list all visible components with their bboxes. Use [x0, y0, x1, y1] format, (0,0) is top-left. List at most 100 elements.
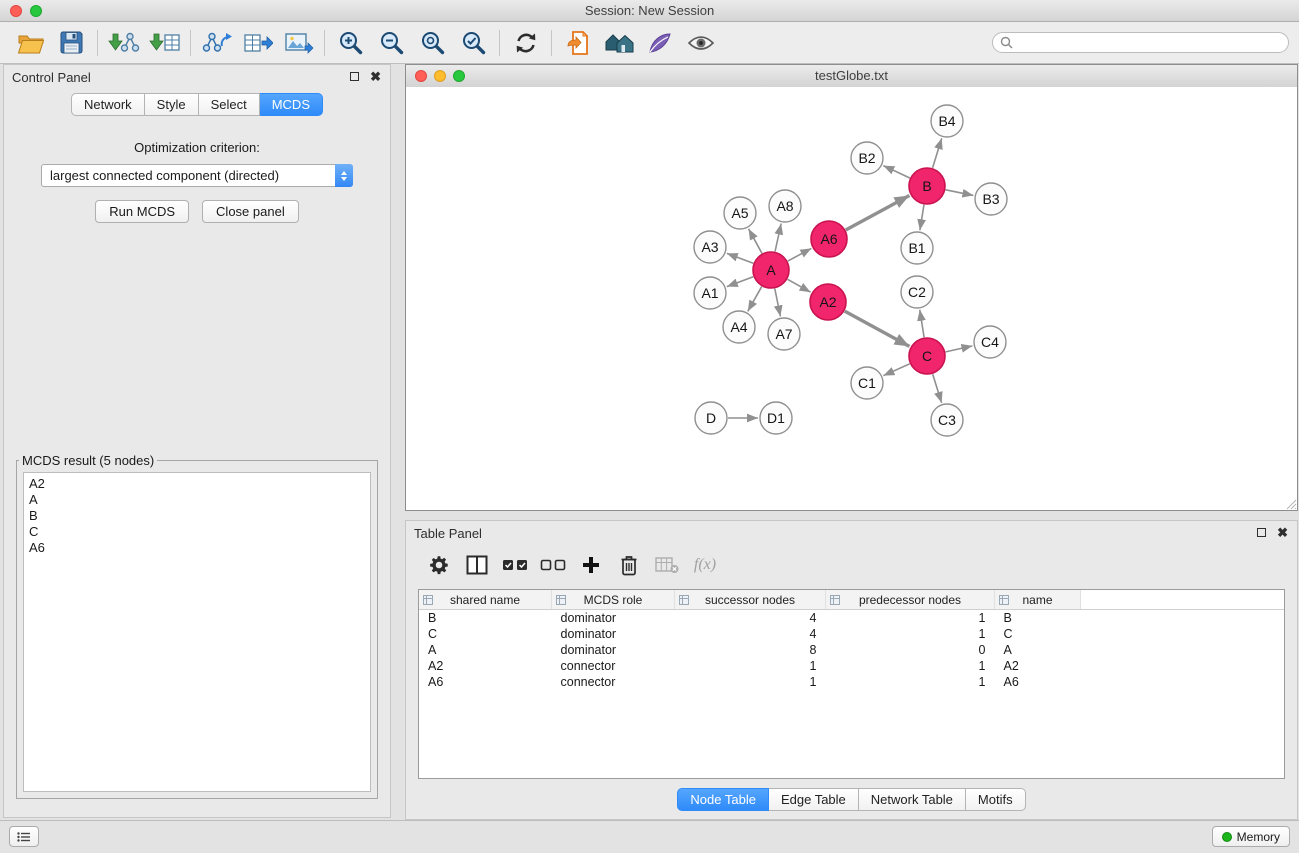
- network-node-A6[interactable]: A6: [811, 221, 847, 257]
- network-node-B3[interactable]: B3: [975, 183, 1007, 215]
- tab-style[interactable]: Style: [145, 93, 199, 116]
- table-row[interactable]: Adominator80A: [419, 642, 1284, 658]
- tab-network[interactable]: Network: [71, 93, 145, 116]
- network-edge-A-A1[interactable]: [727, 277, 753, 287]
- resize-grip[interactable]: [1284, 497, 1297, 510]
- network-edge-C-C4[interactable]: [946, 346, 973, 352]
- table-row[interactable]: Bdominator41B: [419, 610, 1284, 627]
- network-edge-B-B1[interactable]: [920, 205, 924, 230]
- network-node-C3[interactable]: C3: [931, 404, 963, 436]
- network-edge-C-C1[interactable]: [883, 364, 909, 376]
- select-all-button[interactable]: [496, 549, 534, 581]
- annotation-tool-button[interactable]: [639, 26, 680, 59]
- export-network-button[interactable]: [196, 26, 237, 59]
- tab-mcds[interactable]: MCDS: [260, 93, 323, 116]
- table-settings-button[interactable]: [420, 549, 458, 581]
- function-builder-button[interactable]: f(x): [686, 549, 724, 581]
- close-window-button[interactable]: [10, 5, 22, 17]
- export-table-button[interactable]: [237, 26, 278, 59]
- network-node-B4[interactable]: B4: [931, 105, 963, 137]
- tab-node-table[interactable]: Node Table: [677, 788, 769, 811]
- zoom-fit-button[interactable]: [412, 26, 453, 59]
- optimization-criterion-dropdown[interactable]: largest connected component (directed): [41, 164, 353, 187]
- home-views-button[interactable]: [598, 26, 639, 59]
- table-row[interactable]: A6connector11A6: [419, 674, 1284, 690]
- memory-button[interactable]: Memory: [1212, 826, 1290, 847]
- refresh-view-button[interactable]: [505, 26, 546, 59]
- network-node-A5[interactable]: A5: [724, 197, 756, 229]
- network-node-A8[interactable]: A8: [769, 190, 801, 222]
- add-row-button[interactable]: [572, 549, 610, 581]
- network-edge-B-B4[interactable]: [933, 138, 942, 168]
- task-history-button[interactable]: [9, 826, 39, 847]
- column-header-mcds-role[interactable]: MCDS role: [552, 590, 675, 610]
- network-node-D[interactable]: D: [695, 402, 727, 434]
- network-edge-C-C3[interactable]: [933, 374, 942, 403]
- network-edge-A-A3[interactable]: [727, 253, 753, 263]
- network-node-A7[interactable]: A7: [768, 318, 800, 350]
- mcds-result-item[interactable]: B: [29, 508, 365, 524]
- run-mcds-button[interactable]: Run MCDS: [95, 200, 189, 223]
- network-edge-A-A7[interactable]: [775, 289, 781, 317]
- delete-table-button[interactable]: [648, 549, 686, 581]
- network-node-C1[interactable]: C1: [851, 367, 883, 399]
- network-node-B1[interactable]: B1: [901, 232, 933, 264]
- delete-row-button[interactable]: [610, 549, 648, 581]
- tab-select[interactable]: Select: [199, 93, 260, 116]
- node-table-container[interactable]: shared nameMCDS rolesuccessor nodesprede…: [418, 589, 1285, 779]
- visibility-button[interactable]: [680, 26, 721, 59]
- network-edge-A-A4[interactable]: [748, 287, 762, 312]
- document-tool-button[interactable]: [557, 26, 598, 59]
- network-canvas[interactable]: B4 B2 B B3 A5 A8 A6 A3 B1 A A1 C2 A2 A4 A7 C4 C C1 D D1 C3: [406, 87, 1297, 510]
- search-box[interactable]: [992, 32, 1289, 53]
- zoom-selected-button[interactable]: [453, 26, 494, 59]
- network-node-C4[interactable]: C4: [974, 326, 1006, 358]
- mcds-result-list[interactable]: A2ABCA6: [23, 472, 371, 792]
- network-node-B[interactable]: B: [909, 168, 945, 204]
- close-panel-icon[interactable]: ✖: [370, 71, 381, 82]
- column-header-successor-nodes[interactable]: successor nodes: [675, 590, 826, 610]
- open-session-button[interactable]: [10, 26, 51, 59]
- close-table-panel-icon[interactable]: ✖: [1277, 527, 1288, 538]
- search-input[interactable]: [1017, 35, 1281, 51]
- network-node-B2[interactable]: B2: [851, 142, 883, 174]
- network-edge-B-B3[interactable]: [946, 190, 974, 196]
- network-edge-A2-C[interactable]: [845, 311, 910, 346]
- zoom-in-button[interactable]: [330, 26, 371, 59]
- save-session-button[interactable]: [51, 26, 92, 59]
- network-minimize-button[interactable]: [434, 70, 446, 82]
- network-node-D1[interactable]: D1: [760, 402, 792, 434]
- network-edge-A-A6[interactable]: [788, 248, 812, 261]
- mcds-result-item[interactable]: A2: [29, 476, 365, 492]
- show-columns-button[interactable]: [458, 549, 496, 581]
- export-image-button[interactable]: [278, 26, 319, 59]
- float-table-panel-icon[interactable]: [1257, 528, 1266, 537]
- mcds-result-item[interactable]: A6: [29, 540, 365, 556]
- zoom-out-button[interactable]: [371, 26, 412, 59]
- import-network-button[interactable]: [103, 26, 144, 59]
- network-close-button[interactable]: [415, 70, 427, 82]
- network-edge-A-A8[interactable]: [775, 224, 781, 252]
- network-node-C2[interactable]: C2: [901, 276, 933, 308]
- network-edge-B-B2[interactable]: [883, 166, 909, 178]
- network-zoom-button[interactable]: [453, 70, 465, 82]
- column-header-name[interactable]: name: [995, 590, 1081, 610]
- network-window-titlebar[interactable]: testGlobe.txt: [406, 65, 1297, 88]
- column-header-predecessor-nodes[interactable]: predecessor nodes: [826, 590, 995, 610]
- network-node-A2[interactable]: A2: [810, 284, 846, 320]
- mcds-result-item[interactable]: C: [29, 524, 365, 540]
- column-header-shared-name[interactable]: shared name: [419, 590, 552, 610]
- network-node-A4[interactable]: A4: [723, 311, 755, 343]
- network-node-A1[interactable]: A1: [694, 277, 726, 309]
- network-node-A[interactable]: A: [753, 252, 789, 288]
- network-edge-A-A2[interactable]: [788, 279, 811, 292]
- network-edge-C-C2[interactable]: [920, 310, 924, 337]
- zoom-window-button[interactable]: [30, 5, 42, 17]
- network-node-A3[interactable]: A3: [694, 231, 726, 263]
- float-panel-icon[interactable]: [350, 72, 359, 81]
- table-row[interactable]: A2connector11A2: [419, 658, 1284, 674]
- network-edge-A6-B[interactable]: [846, 196, 910, 230]
- table-row[interactable]: Cdominator41C: [419, 626, 1284, 642]
- network-node-C[interactable]: C: [909, 338, 945, 374]
- deselect-all-button[interactable]: [534, 549, 572, 581]
